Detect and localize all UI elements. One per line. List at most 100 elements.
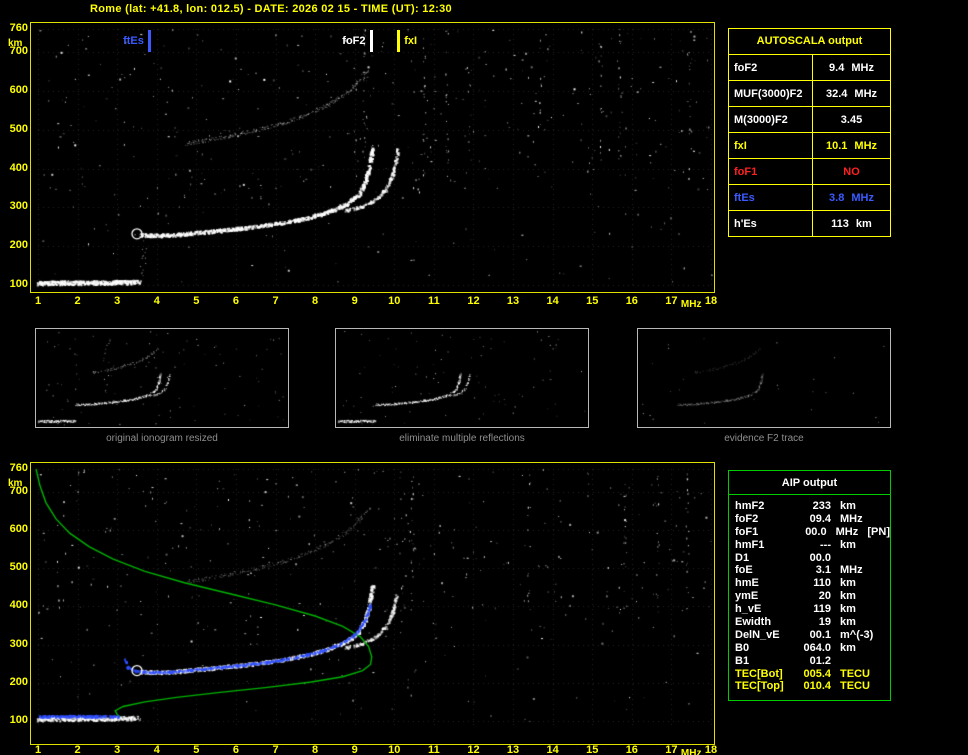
thumbnail-f2-evidence-canvas <box>638 329 890 427</box>
x-tick-label: 6 <box>232 744 239 755</box>
row-label: hmF2 <box>735 500 765 512</box>
y-tick-label: 100 <box>9 714 28 726</box>
row-label: hmF1 <box>735 538 765 551</box>
aip-row: DelN_vE 00.1 m^(-3) <box>729 629 890 642</box>
y-tick-label: 760 <box>9 462 28 474</box>
y-tick-label: 600 <box>9 84 28 97</box>
x-tick-label: 4 <box>153 744 160 755</box>
x-tick-label: 9 <box>351 744 358 755</box>
y-tick-label: 500 <box>9 561 28 574</box>
value-number: 3.45 <box>840 113 863 126</box>
row-unit: km <box>840 500 856 512</box>
row-value: 113 km <box>813 211 890 236</box>
x-tick-label: 12 <box>467 295 480 307</box>
row-label: foF2 <box>729 55 813 80</box>
row-value: --- <box>820 538 831 551</box>
y-tick-label: 760 <box>9 22 28 34</box>
x-tick-label: 16 <box>625 744 638 755</box>
row-value: 01.2 <box>809 654 831 667</box>
y-tick-label: 400 <box>9 599 28 612</box>
aip-row: ymE 20 km <box>729 590 890 603</box>
x-tick-label: 12 <box>467 744 480 755</box>
marker-bar <box>397 30 401 52</box>
x-tick-label: 17 <box>665 295 678 307</box>
row-unit: MHz <box>840 564 863 577</box>
row-value: 005.4 <box>803 667 831 680</box>
row-value: 3.8 MHz <box>813 185 890 210</box>
x-tick-label: 1 <box>34 295 42 307</box>
aip-row: D1 00.0 <box>729 552 890 565</box>
thumbnail-f2-evidence <box>637 328 891 428</box>
row-unit: TECU <box>840 667 870 680</box>
x-tick-label: 6 <box>232 295 239 307</box>
row-label: foF2 <box>735 512 759 525</box>
x-tick-label: 4 <box>153 295 160 307</box>
value-unit: MHz <box>851 191 874 204</box>
row-unit: MHz <box>840 512 863 525</box>
aip-row: foE 3.1 MHz <box>729 564 890 577</box>
x-tick-label: 16 <box>625 295 638 307</box>
row-unit: km <box>840 603 856 616</box>
thumbnail-original <box>35 328 289 428</box>
x-tick-label: 10 <box>388 744 401 755</box>
marker-label: ftEs <box>123 35 144 47</box>
aip-row: hmF2 233 km <box>729 500 890 513</box>
row-value: 064.0 <box>803 641 831 654</box>
value-unit: MHz <box>854 139 878 152</box>
row-label: M(3000)F2 <box>729 107 813 132</box>
row-unit <box>831 552 840 565</box>
marker-bar <box>369 30 373 52</box>
value-unit: MHz <box>854 87 878 100</box>
thumbnail-no-multiples <box>335 328 589 428</box>
autoscala-output-table: AUTOSCALA output foF2 9.4 MHz MUF(3000)F2 32… <box>728 28 891 237</box>
autoscala-header: AUTOSCALA output <box>756 35 863 47</box>
y-tick-label: 300 <box>9 637 28 650</box>
row-label: TEC[Bot] <box>735 667 783 680</box>
autoscala-row: h'Es 113 km <box>729 210 890 236</box>
thumbnail-caption: evidence F2 trace <box>724 433 804 444</box>
x-tick-label: 3 <box>114 744 121 755</box>
autoscala-row: MUF(3000)F2 32.4 MHz <box>729 80 890 106</box>
value-number: 3.8 <box>829 191 845 204</box>
row-label: TEC[Top] <box>735 680 784 693</box>
row-unit: MHz [PN] <box>835 525 890 538</box>
x-tick-label: 1 <box>34 744 42 755</box>
row-label: h'Es <box>729 211 813 236</box>
ionogram-title: Rome (lat: +41.8, lon: 012.5) - DATE: 20… <box>90 3 452 15</box>
row-unit: TECU <box>840 680 870 693</box>
value-unit: MHz <box>851 61 874 74</box>
x-tick-label: 11 <box>428 295 440 307</box>
y-tick-label: 500 <box>9 122 28 135</box>
aip-row: hmF1 --- km <box>729 539 890 552</box>
row-unit: km <box>840 641 856 654</box>
aip-row: TEC[Top] 010.4 TECU <box>729 680 890 693</box>
marker-bar <box>147 30 151 52</box>
autoscala-row: foF2 9.4 MHz <box>729 54 890 80</box>
x-tick-label: 15 <box>586 295 599 307</box>
row-value: 10.1 MHz <box>813 133 890 158</box>
x-tick-label: 13 <box>506 744 520 755</box>
aip-row: B0 064.0 km <box>729 642 890 655</box>
x-tick-label: 5 <box>193 295 200 307</box>
thumbnail-caption: eliminate multiple reflections <box>399 433 525 444</box>
aip-row: Ewidth 19 km <box>729 616 890 629</box>
x-tick-label: 8 <box>312 744 319 755</box>
y-tick-label: 400 <box>9 161 28 174</box>
x-axis-unit-label: MHz <box>680 748 702 755</box>
x-tick-label: 18 <box>704 744 718 755</box>
row-unit: km <box>840 616 856 629</box>
value-number: 9.4 <box>829 61 845 74</box>
x-tick-label: 7 <box>272 295 279 307</box>
aip-rows: hmF2 233 km foF2 09.4 MHz foF1 00.0 MHz [PN] hmF1… <box>729 495 890 693</box>
aip-row: foF1 00.0 MHz [PN] <box>729 526 890 539</box>
x-tick-label: 3 <box>114 295 121 307</box>
row-value: 19 <box>818 616 831 629</box>
thumbnail-no-multiples-canvas <box>336 329 588 427</box>
row-value: 09.4 <box>809 512 831 525</box>
aip-output-table: AIP output hmF2 233 km foF2 09.4 MHz foF1 00.0 M… <box>728 470 891 701</box>
row-value: 00.0 <box>809 551 831 564</box>
row-label: D1 <box>735 551 750 564</box>
x-tick-label: 11 <box>428 744 440 755</box>
thumbnail-original-canvas <box>36 329 288 427</box>
x-tick-label: 10 <box>388 295 401 307</box>
